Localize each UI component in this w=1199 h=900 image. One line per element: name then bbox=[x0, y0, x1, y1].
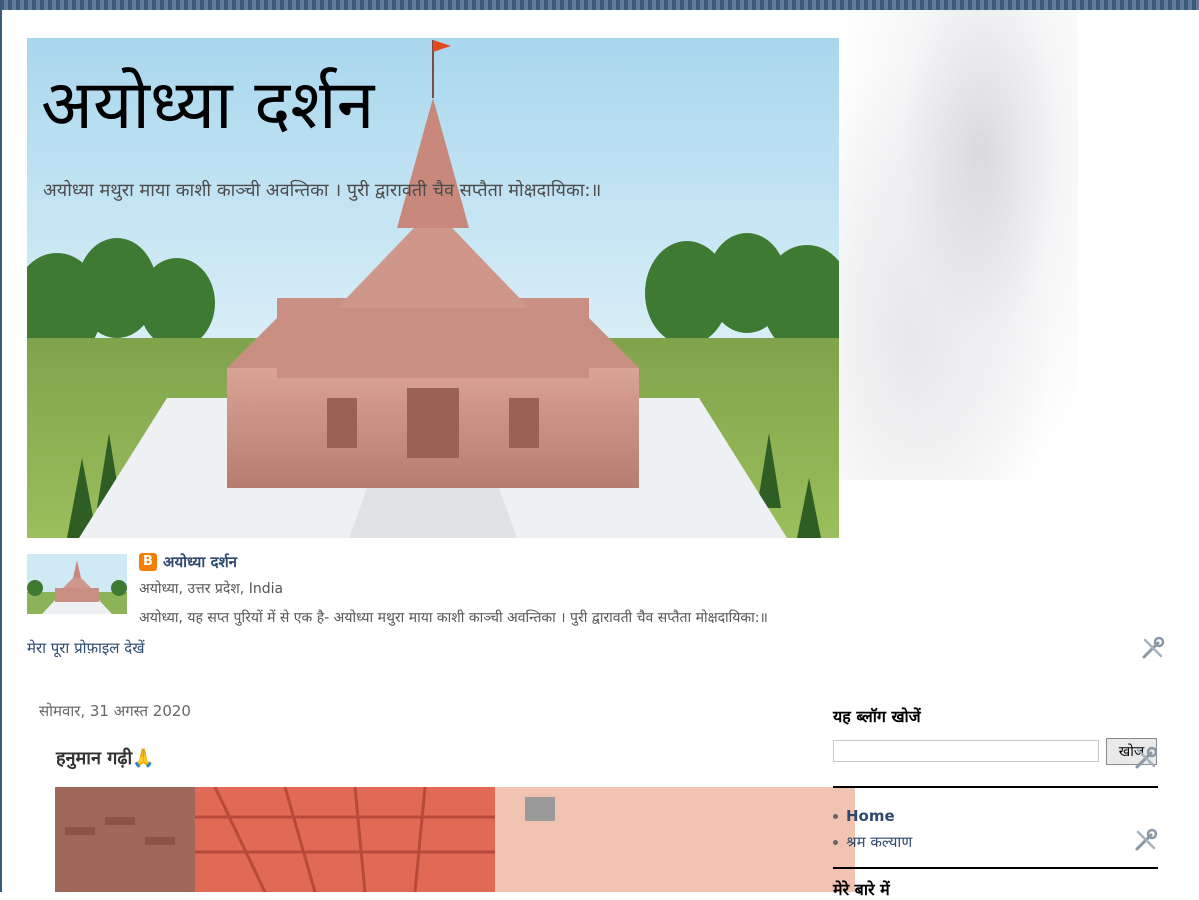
profile-widget: B अयोध्या दर्शन अयोध्या, उत्तर प्रदेश, I… bbox=[27, 552, 1167, 662]
profile-name-link[interactable]: अयोध्या दर्शन bbox=[163, 552, 237, 572]
sidebar-divider bbox=[833, 867, 1158, 869]
blogger-icon: B bbox=[139, 553, 157, 571]
blog-description: अयोध्या मथुरा माया काशी काञ्ची अवन्तिका … bbox=[43, 180, 602, 201]
wrench-screwdriver-icon[interactable] bbox=[1133, 745, 1159, 771]
list-item: श्रम कल्याण bbox=[833, 829, 912, 855]
post-date: सोमवार, 31 अगस्त 2020 bbox=[39, 702, 191, 720]
list-item: Home bbox=[833, 803, 912, 829]
pages-list: Home श्रम कल्याण bbox=[833, 803, 912, 855]
search-widget-title: यह ब्लॉग खोजें bbox=[833, 707, 921, 726]
blog-header[interactable]: अयोध्या दर्शन अयोध्या मथुरा माया काशी का… bbox=[27, 38, 839, 538]
post-title[interactable]: हनुमान गढ़ी🙏 bbox=[56, 746, 155, 770]
blog-title[interactable]: अयोध्या दर्शन bbox=[41, 72, 374, 140]
profile-name-row: B अयोध्या दर्शन bbox=[139, 552, 237, 572]
search-input[interactable] bbox=[833, 740, 1099, 762]
view-full-profile-link[interactable]: मेरा पूरा प्रोफ़ाइल देखें bbox=[27, 638, 144, 658]
wrench-screwdriver-icon[interactable] bbox=[1140, 635, 1166, 661]
wrench-screwdriver-icon[interactable] bbox=[1133, 827, 1159, 853]
bullet bbox=[833, 813, 838, 819]
profile-location: अयोध्या, उत्तर प्रदेश, India bbox=[139, 581, 284, 597]
post-image[interactable] bbox=[55, 787, 855, 892]
paper-texture bbox=[838, 10, 1078, 480]
about-me-widget-title: मेरे बारे में bbox=[833, 880, 890, 899]
bullet bbox=[833, 839, 838, 845]
page-link-home[interactable]: Home bbox=[846, 807, 895, 825]
profile-about: अयोध्या, यह सप्त पुरियों में से एक है- अ… bbox=[139, 610, 768, 626]
top-border bbox=[0, 0, 1199, 10]
page-link-shram-kalyan[interactable]: श्रम कल्याण bbox=[846, 832, 912, 852]
profile-avatar[interactable] bbox=[27, 554, 127, 614]
sidebar-divider bbox=[833, 786, 1158, 788]
